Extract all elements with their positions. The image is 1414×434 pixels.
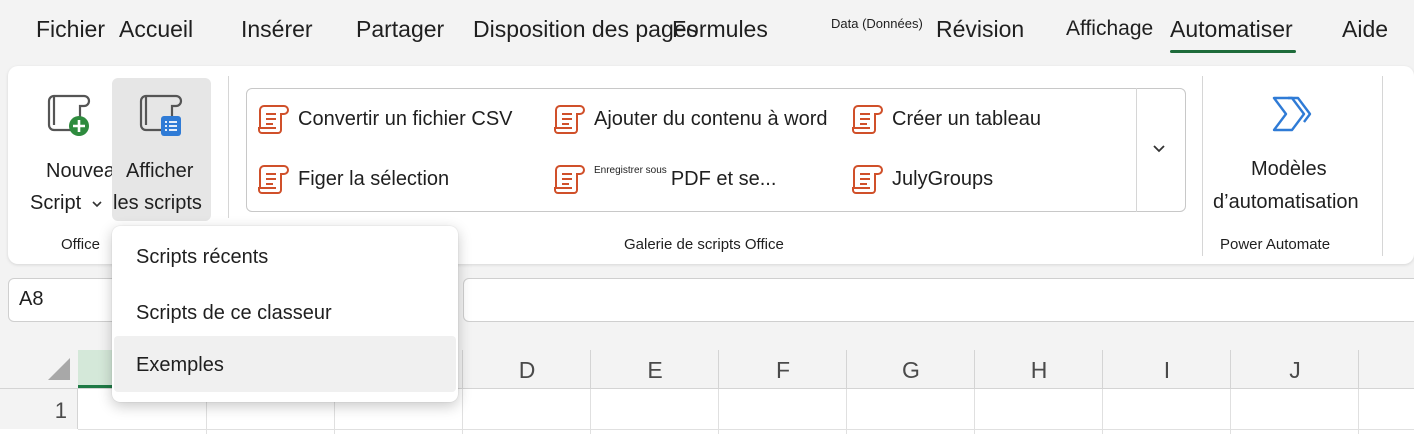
gallery-divider: [1136, 88, 1137, 212]
column-header-f[interactable]: F: [718, 350, 847, 388]
gallery-item-ajouter-contenu-word[interactable]: Ajouter du contenu à word: [552, 102, 828, 136]
script-icon: [554, 165, 585, 194]
menu-item-label: Scripts de ce classeur: [136, 302, 332, 324]
new-script-label-line2: Script: [30, 192, 103, 215]
gridline: [78, 429, 1414, 430]
menu-item-scripts-classeur[interactable]: Scripts de ce classeur: [114, 284, 456, 340]
automation-templates-label-line2: d’automatisation: [1213, 191, 1359, 213]
gallery-item-enregistrer-pdf[interactable]: Enregistrer sous PDF et se...: [552, 162, 776, 196]
gallery-item-julygroups[interactable]: JulyGroups: [850, 162, 993, 196]
gridline: [462, 389, 463, 434]
chevron-down-icon: [92, 201, 102, 208]
script-icon: [258, 105, 289, 134]
view-scripts-label-line1: Afficher: [126, 160, 194, 182]
view-scripts-menu: Scripts récents Scripts de ce classeur E…: [112, 226, 458, 402]
active-tab-indicator: [1170, 50, 1296, 53]
gallery-item-label: JulyGroups: [892, 167, 994, 190]
tab-automatiser[interactable]: Automatiser: [1170, 16, 1293, 43]
column-header-h[interactable]: H: [974, 350, 1103, 388]
view-scripts-label-line2: les scripts: [113, 192, 202, 214]
office-group-label: Office: [61, 236, 100, 253]
formula-input[interactable]: [463, 278, 1414, 322]
tab-fichier[interactable]: Fichier: [36, 16, 105, 43]
tab-disposition-des-pages[interactable]: Disposition des pages: [473, 16, 698, 43]
gridline: [1230, 389, 1231, 434]
gallery-item-label: Figer la sélection: [298, 167, 450, 190]
view-scripts-icon: [139, 94, 183, 136]
gridline: [1358, 389, 1359, 434]
tab-formules[interactable]: Formules: [672, 16, 768, 43]
script-icon: [852, 105, 883, 134]
column-header-k[interactable]: [1358, 350, 1414, 388]
gallery-item-creer-tableau[interactable]: Créer un tableau: [850, 102, 1041, 136]
select-all-triangle-icon: [48, 358, 70, 380]
ribbon-separator: [228, 76, 229, 218]
script-icon: [258, 165, 289, 194]
gridline: [1102, 389, 1103, 434]
script-icon: [554, 105, 585, 134]
power-automate-group-label: Power Automate: [1220, 236, 1331, 253]
tab-partager[interactable]: Partager: [356, 16, 444, 43]
menu-item-scripts-recents[interactable]: Scripts récents: [114, 228, 456, 284]
tab-aide[interactable]: Aide: [1342, 16, 1388, 43]
gallery-item-convertir-csv[interactable]: Convertir un fichier CSV: [256, 102, 513, 136]
gallery-item-label: Créer un tableau: [892, 107, 1041, 130]
tab-revision[interactable]: Révision: [936, 16, 1024, 43]
tab-inserer[interactable]: Insérer: [241, 16, 313, 43]
new-script-button[interactable]: Nouveau Script: [18, 80, 126, 220]
name-box-value: A8: [19, 288, 44, 310]
select-all-corner[interactable]: [0, 350, 79, 388]
gridline: [718, 389, 719, 434]
gridline: [974, 389, 975, 434]
gallery-group-label: Galerie de scripts Office: [624, 236, 784, 253]
column-header-g[interactable]: G: [846, 350, 975, 388]
row-header-1[interactable]: 1: [0, 389, 78, 429]
menu-item-label: Scripts récents: [136, 246, 269, 268]
tab-affichage[interactable]: Affichage: [1066, 17, 1153, 41]
column-header-e[interactable]: E: [590, 350, 719, 388]
column-header-d[interactable]: D: [462, 350, 591, 388]
new-script-label: Script: [30, 192, 82, 214]
ribbon-separator: [1382, 76, 1383, 256]
gallery-item-figer-selection[interactable]: Figer la sélection: [256, 162, 449, 196]
automation-templates-button[interactable]: Modèles d’automatisation: [1208, 84, 1376, 220]
column-header-i[interactable]: I: [1102, 350, 1231, 388]
menu-item-label: Exemples: [136, 354, 224, 376]
automation-templates-label-line1: Modèles: [1251, 158, 1327, 180]
gallery-item-label: Ajouter du contenu à word: [594, 107, 828, 130]
ribbon-separator: [1202, 76, 1203, 256]
gallery-item-label: Convertir un fichier CSV: [298, 107, 513, 130]
script-icon: [852, 165, 883, 194]
tab-accueil[interactable]: Accueil: [119, 16, 193, 43]
gridline: [846, 389, 847, 434]
new-script-icon: [47, 94, 91, 136]
column-header-j[interactable]: J: [1230, 350, 1359, 388]
gallery-item-label: PDF et se...: [670, 167, 777, 190]
tab-data[interactable]: Data (Données): [831, 16, 923, 31]
gallery-expand-chevron-icon[interactable]: [1150, 142, 1168, 156]
menu-item-exemples[interactable]: Exemples: [114, 336, 456, 392]
gridline: [590, 389, 591, 434]
gallery-item-small-label: Enregistrer sous: [594, 164, 667, 176]
power-automate-icon: [1272, 96, 1312, 132]
